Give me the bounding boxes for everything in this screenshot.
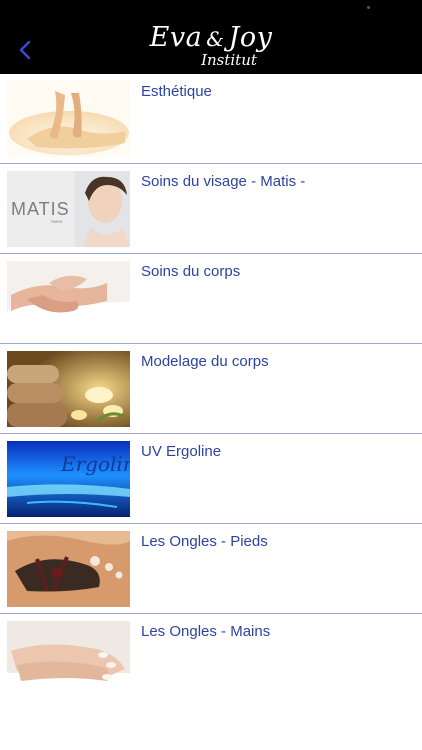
- logo-ampersand: &: [206, 27, 225, 51]
- nav-header: Eva & Joy Institut: [0, 0, 422, 74]
- list-item-label: Modelage du corps: [141, 353, 269, 370]
- list-item-label: Les Ongles - Mains: [141, 623, 271, 640]
- list-item-label: Soins du visage - Matis -: [141, 173, 306, 190]
- matis-logo-subtext: PARIS: [51, 219, 63, 224]
- services-list: Esthétique MATIS PARIS Soins du visage -…: [0, 74, 422, 703]
- list-item-modelage-corps[interactable]: Modelage du corps: [0, 344, 422, 434]
- app-logo: Eva & Joy Institut: [0, 22, 422, 69]
- thumbnail-matis-image: MATIS PARIS: [7, 171, 130, 247]
- list-item-soins-corps[interactable]: Soins du corps: [0, 254, 422, 344]
- matis-logo-text: MATIS: [11, 199, 70, 219]
- list-item-label: UV Ergoline: [141, 443, 222, 460]
- logo-joy: Joy: [228, 22, 273, 53]
- list-item-label: Esthétique: [141, 83, 212, 100]
- list-item-label: Les Ongles - Pieds: [141, 533, 268, 550]
- thumbnail-ergoline-image: Ergolin: [7, 441, 130, 517]
- list-item-label: Soins du corps: [141, 263, 241, 280]
- list-item-soins-visage[interactable]: MATIS PARIS Soins du visage - Matis -: [0, 164, 422, 254]
- list-item-ongles-mains[interactable]: Les Ongles - Mains: [0, 614, 422, 703]
- logo-institut: Institut: [201, 51, 257, 69]
- thumbnail-massage-image: [7, 261, 130, 337]
- list-item-uv-ergoline[interactable]: Ergolin UV Ergoline: [0, 434, 422, 524]
- thumbnail-feet-image: [7, 81, 130, 157]
- logo-eva: Eva: [149, 22, 203, 53]
- list-item-esthetique[interactable]: Esthétique: [0, 74, 422, 164]
- status-indicator: [367, 6, 370, 9]
- list-item-ongles-pieds[interactable]: Les Ongles - Pieds: [0, 524, 422, 614]
- thumbnail-manicure-image: [7, 621, 130, 697]
- ergoline-logo-text: Ergolin: [60, 452, 130, 476]
- thumbnail-pedicure-image: [7, 531, 130, 607]
- thumbnail-towels-candles-image: [7, 351, 130, 427]
